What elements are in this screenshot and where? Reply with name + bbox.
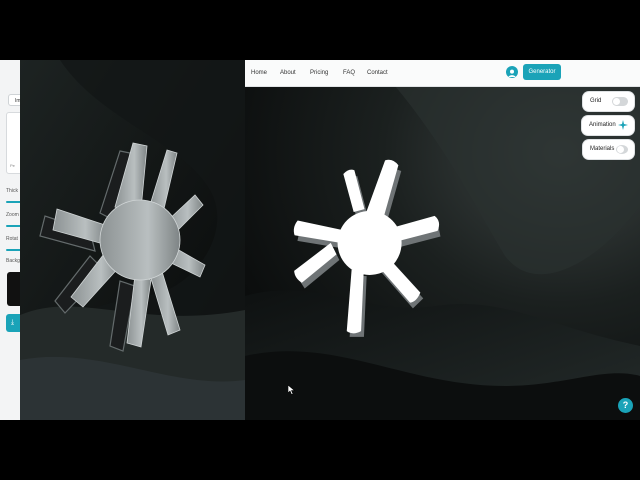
editor-box-caption: Pe <box>10 163 15 168</box>
thickness-label: Thick <box>6 188 18 194</box>
mouse-cursor-icon <box>288 385 296 395</box>
logo-preview-panel <box>20 60 246 420</box>
generator-button[interactable]: Generator <box>523 64 561 80</box>
nav-faq-link[interactable]: FAQ <box>343 60 355 86</box>
help-icon[interactable]: ? <box>618 398 633 413</box>
materials-label: Materials <box>590 146 615 152</box>
animation-toggle[interactable]: Animation <box>582 116 634 135</box>
materials-switch[interactable] <box>616 145 628 154</box>
nav-contact-link[interactable]: Contact <box>367 60 388 86</box>
preview-canvas[interactable] <box>20 60 245 420</box>
download-icon: ⤓ <box>11 319 15 326</box>
grid-label: Grid <box>590 98 602 104</box>
app-screen: Im Pe Thick Zoom Rotat Backg ⤓ Home Abou… <box>0 60 640 420</box>
editor-panel: Im Pe Thick Zoom Rotat Backg ⤓ <box>0 60 24 420</box>
nav-about-link[interactable]: About <box>280 60 296 86</box>
hero-background <box>245 86 640 420</box>
website-page: Home About Pricing FAQ Contact Generator… <box>245 60 640 420</box>
grid-toggle[interactable]: Grid <box>583 92 634 111</box>
nav-home-link[interactable]: Home <box>251 60 267 86</box>
sparkle-icon <box>618 120 628 130</box>
animation-label: Animation <box>589 122 616 128</box>
rotation-label: Rotat <box>6 236 18 242</box>
materials-toggle[interactable]: Materials <box>583 140 634 159</box>
background-label: Backg <box>6 258 20 264</box>
user-icon[interactable] <box>506 66 518 78</box>
top-navbar: Home About Pricing FAQ Contact Generator <box>245 60 640 87</box>
nav-pricing-link[interactable]: Pricing <box>310 60 328 86</box>
zoom-label: Zoom <box>6 212 19 218</box>
grid-switch[interactable] <box>612 97 628 106</box>
